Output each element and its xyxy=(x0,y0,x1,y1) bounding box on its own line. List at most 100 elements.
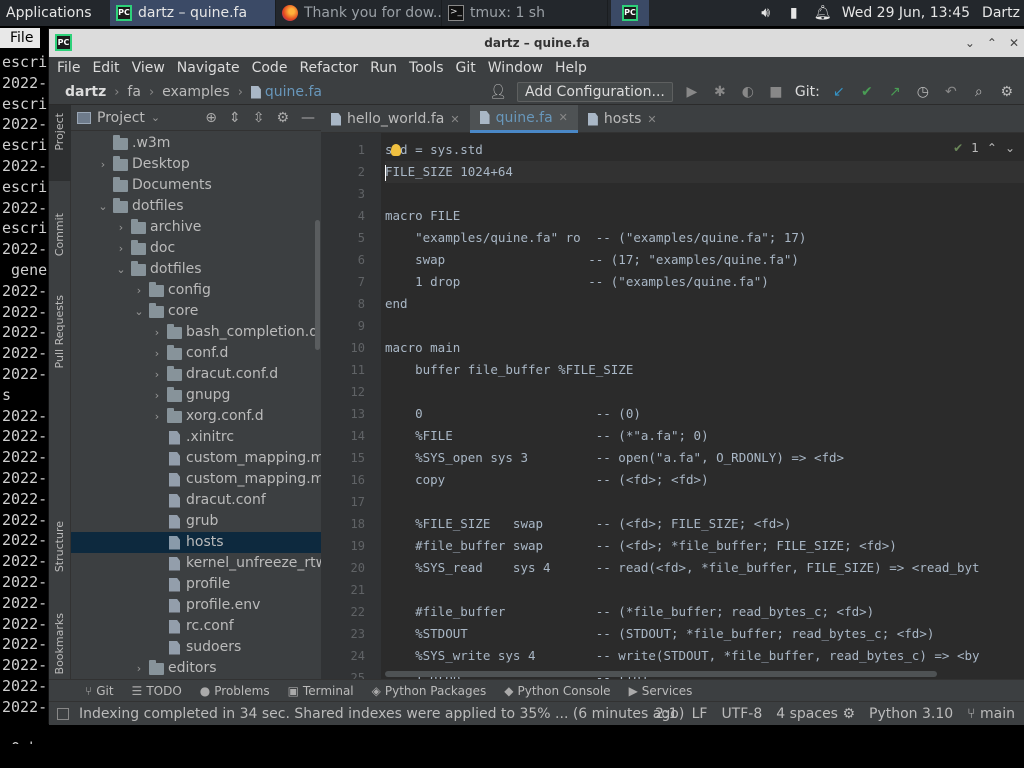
menu-edit[interactable]: Edit xyxy=(92,60,119,76)
chevron-right-icon[interactable]: › xyxy=(151,364,163,385)
tree-item[interactable]: custom_mapping.ma xyxy=(71,448,321,469)
tool-tab-commit[interactable]: Commit xyxy=(49,213,71,279)
menu-code[interactable]: Code xyxy=(252,60,288,76)
add-configuration-button[interactable]: Add Configuration... xyxy=(517,82,673,102)
chevron-right-icon[interactable]: › xyxy=(97,154,109,175)
taskbar-window-pycharm[interactable]: PC dartz – quine.fa xyxy=(110,0,276,26)
chevron-right-icon[interactable]: › xyxy=(133,658,145,679)
notification-bell-icon[interactable]: 🔔︎ xyxy=(814,5,832,21)
tree-item[interactable]: custom_mapping.ma xyxy=(71,469,321,490)
tree-item[interactable]: ⌄ dotfiles xyxy=(71,196,321,217)
close-icon[interactable]: ✕ xyxy=(1009,36,1019,50)
collapse-all-icon[interactable]: ⇳ xyxy=(253,110,265,126)
chevron-right-icon[interactable]: › xyxy=(151,385,163,406)
settings-gear-icon[interactable]: ⚙ xyxy=(998,83,1016,101)
volume-icon[interactable]: 🔊︎ xyxy=(758,5,774,21)
code-line[interactable]: buffer file_buffer %FILE_SIZE xyxy=(385,359,1024,381)
code-line[interactable] xyxy=(385,381,1024,403)
code-line[interactable]: #file_buffer swap -- (<fd>; *file_buffer… xyxy=(385,535,1024,557)
python-interpreter[interactable]: Python 3.10 xyxy=(869,706,953,722)
taskbar-window-tmux[interactable]: >_ tmux: 1 sh xyxy=(442,0,608,26)
battery-icon[interactable]: ▮ xyxy=(786,5,802,21)
menu-tools[interactable]: Tools xyxy=(409,60,444,76)
tool-window-python-console[interactable]: ◆ Python Console xyxy=(504,684,610,698)
coverage-icon[interactable]: ◐ xyxy=(739,83,757,101)
tree-item[interactable]: .xinitrc xyxy=(71,427,321,448)
tool-window-python-packages[interactable]: ◈ Python Packages xyxy=(372,684,487,698)
menu-file[interactable]: File xyxy=(57,60,80,76)
run-icon[interactable]: ▶ xyxy=(683,83,701,101)
indent-setting[interactable]: 4 spaces ⚙ xyxy=(776,706,855,722)
expand-all-icon[interactable]: ⇕ xyxy=(229,110,241,126)
editor-tab[interactable]: hello_world.fa ✕ xyxy=(321,105,470,133)
rollback-icon[interactable]: ↶ xyxy=(942,83,960,101)
breadcrumb-file[interactable]: quine.fa xyxy=(250,84,322,100)
locate-icon[interactable]: ⊕ xyxy=(205,110,217,126)
taskbar-window-firefox[interactable]: Thank you for dow... xyxy=(276,0,442,26)
chevron-down-icon[interactable]: ⌄ xyxy=(133,301,145,322)
code-line[interactable]: s d = sys.std xyxy=(385,139,1024,161)
user-icon[interactable]: 👤︎ xyxy=(489,83,507,101)
menu-run[interactable]: Run xyxy=(370,60,397,76)
chevron-up-icon[interactable]: ⌃ xyxy=(987,141,997,155)
tool-window-problems[interactable]: ● Problems xyxy=(200,684,270,698)
code-line[interactable]: %FILE_SIZE swap -- (<fd>; FILE_SIZE; <fd… xyxy=(385,513,1024,535)
gear-icon[interactable]: ⚙ xyxy=(276,110,289,126)
chevron-down-icon[interactable]: ⌄ xyxy=(1005,141,1015,155)
tool-window-todo[interactable]: ☰ TODO xyxy=(132,684,182,698)
editor-tab[interactable]: hosts ✕ xyxy=(578,105,667,133)
tree-item[interactable]: ⌄ dotfiles xyxy=(71,259,321,280)
breadcrumb-project[interactable]: dartz xyxy=(65,84,106,100)
line-separator[interactable]: LF xyxy=(692,706,708,722)
code-line[interactable]: copy -- (<fd>; <fd>) xyxy=(385,469,1024,491)
code-line[interactable]: 1 drop -- ("examples/quine.fa") xyxy=(385,271,1024,293)
tool-window-git[interactable]: ⑂ Git xyxy=(85,684,114,698)
toggle-tool-windows-icon[interactable] xyxy=(57,708,69,720)
git-push-icon[interactable]: ↗ xyxy=(886,83,904,101)
code-line[interactable]: macro FILE xyxy=(385,205,1024,227)
tree-item[interactable]: › dracut.conf.d xyxy=(71,364,321,385)
tree-item[interactable]: .w3m xyxy=(71,133,321,154)
chevron-down-icon[interactable]: ⌄ xyxy=(151,111,160,124)
terminal-file-menu[interactable]: File xyxy=(0,28,40,48)
clock[interactable]: Wed 29 Jun, 13:45 xyxy=(842,5,970,21)
project-scrollbar[interactable] xyxy=(315,220,320,350)
project-panel-title[interactable]: Project xyxy=(97,110,145,126)
code-line[interactable]: swap -- (17; "examples/quine.fa") xyxy=(385,249,1024,271)
code-line[interactable]: %STDOUT -- (STDOUT; *file_buffer; read_b… xyxy=(385,623,1024,645)
code-line[interactable]: %SYS_write sys 4 -- write(STDOUT, *file_… xyxy=(385,645,1024,667)
chevron-right-icon[interactable]: › xyxy=(115,217,127,238)
code-line[interactable] xyxy=(385,491,1024,513)
taskbar-launcher-pycharm[interactable]: PC xyxy=(611,0,649,26)
project-tree[interactable]: .w3m › Desktop Documents ⌄ dotfiles › archive › d… xyxy=(71,133,321,679)
code-line[interactable]: macro main xyxy=(385,337,1024,359)
code-line[interactable]: %SYS_read sys 4 -- read(<fd>, *file_buff… xyxy=(385,557,1024,579)
tool-tab-structure[interactable]: Structure xyxy=(49,521,71,591)
chevron-right-icon[interactable]: › xyxy=(133,280,145,301)
code-line[interactable]: 0 -- (0) xyxy=(385,403,1024,425)
status-message[interactable]: Indexing completed in 34 sec. Shared ind… xyxy=(79,702,684,726)
intention-lightbulb-icon[interactable] xyxy=(391,144,401,156)
tree-item[interactable]: Documents xyxy=(71,175,321,196)
code-line[interactable]: %FILE -- (*"a.fa"; 0) xyxy=(385,425,1024,447)
breadcrumb-fa[interactable]: fa xyxy=(127,84,141,100)
tool-tab-pull-requests[interactable]: Pull Requests xyxy=(49,295,71,395)
git-branch[interactable]: ⑂ main xyxy=(967,706,1015,722)
tool-window-terminal[interactable]: ▣ Terminal xyxy=(288,684,354,698)
chevron-down-icon[interactable]: ⌄ xyxy=(97,196,109,217)
chevron-right-icon[interactable]: › xyxy=(151,406,163,427)
close-tab-icon[interactable]: ✕ xyxy=(647,113,656,126)
tree-item[interactable]: › archive xyxy=(71,217,321,238)
close-tab-icon[interactable]: ✕ xyxy=(450,113,459,126)
inspection-widget[interactable]: ✔ 1 ⌃ ⌄ xyxy=(953,139,1015,157)
menu-window[interactable]: Window xyxy=(488,60,543,76)
tree-item[interactable]: kernel_unfreeze_rtw xyxy=(71,553,321,574)
close-tab-icon[interactable]: ✕ xyxy=(559,111,568,124)
menu-git[interactable]: Git xyxy=(456,60,476,76)
tree-item[interactable]: › editors xyxy=(71,658,321,679)
chevron-right-icon[interactable]: › xyxy=(151,322,163,343)
minimize-icon[interactable]: ⌄ xyxy=(965,36,975,50)
file-encoding[interactable]: UTF-8 xyxy=(721,706,762,722)
tree-item[interactable]: › bash_completion.d xyxy=(71,322,321,343)
chevron-right-icon[interactable]: › xyxy=(151,343,163,364)
